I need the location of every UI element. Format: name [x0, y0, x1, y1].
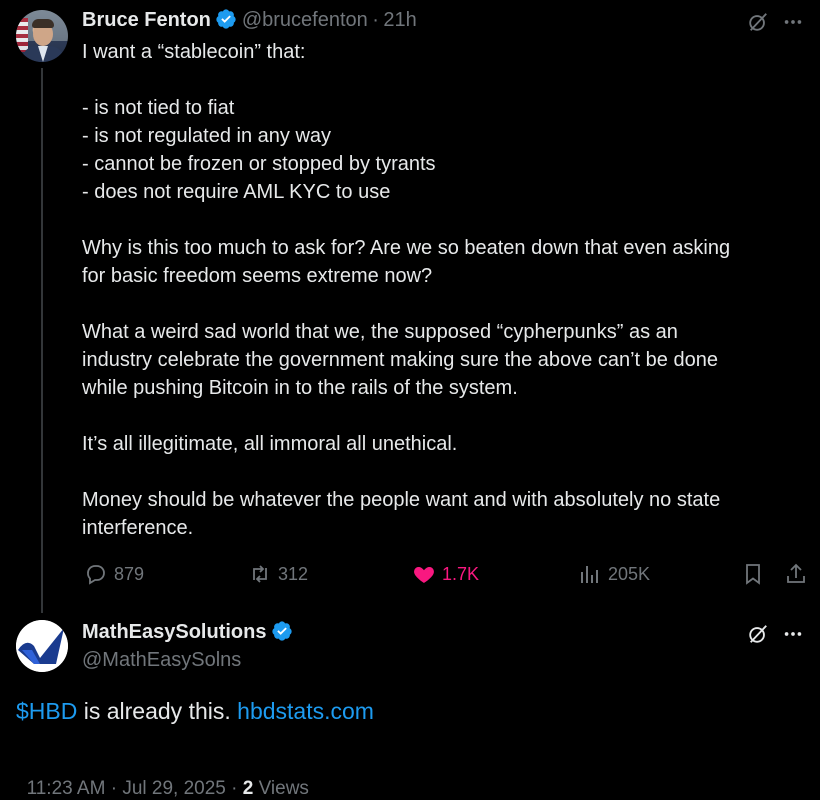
paragraph-6: Money should be whatever the people want…	[82, 489, 721, 539]
reply-text: is already this.	[77, 698, 238, 724]
paragraph-4: What a weird sad world that we, the supp…	[82, 321, 718, 399]
author-handle[interactable]: @brucefenton	[242, 9, 368, 31]
more-icon[interactable]	[782, 11, 804, 33]
reply-count: 879	[114, 563, 145, 584]
verified-badge-icon	[272, 621, 292, 641]
paragraph-2: - is not tied to fiat - is not regulated…	[82, 97, 436, 203]
retweet-button[interactable]: 312	[248, 562, 308, 586]
share-icon[interactable]	[784, 562, 808, 586]
paragraph-3: Why is this too much to ask for? Are we …	[82, 237, 731, 287]
timestamp[interactable]: 11:23 AM · Jul 29, 2025 ·	[27, 778, 243, 799]
tweet-body: I want a “stablecoin” that: - is not tie…	[82, 38, 782, 542]
reply-meta: 11:23 AM · Jul 29, 2025 · 2 Views	[16, 756, 309, 800]
retweet-icon	[253, 565, 267, 583]
views-count: 2	[242, 778, 254, 799]
grok-icon[interactable]	[747, 11, 769, 33]
reply-author-name[interactable]: MathEasySolutions	[82, 621, 266, 643]
analytics-icon	[581, 566, 598, 583]
paragraph-1: I want a “stablecoin” that:	[82, 41, 306, 63]
reply-body: $HBD is already this. hbdstats.com	[16, 698, 374, 725]
bookmark-icon[interactable]	[741, 562, 765, 586]
paragraph-5: It’s all illegitimate, all immoral all u…	[82, 433, 458, 455]
timestamp[interactable]: 21h	[383, 9, 416, 31]
author-name[interactable]: Bruce Fenton	[82, 9, 211, 31]
cashtag-link[interactable]: $HBD	[16, 698, 77, 724]
url-link[interactable]: hbdstats.com	[237, 698, 374, 724]
grok-icon[interactable]	[747, 623, 769, 645]
reply-button[interactable]: 879	[84, 562, 144, 586]
heart-icon	[414, 567, 434, 583]
more-icon[interactable]	[782, 623, 804, 645]
views-label: Views	[253, 778, 309, 799]
verified-badge-icon	[216, 9, 236, 29]
thread-line	[41, 68, 43, 613]
reply-author-handle[interactable]: @MathEasySolns	[82, 649, 241, 672]
retweet-count: 312	[278, 563, 309, 584]
reply-header: MathEasySolutions	[82, 620, 293, 644]
view-count: 205K	[608, 563, 651, 584]
like-count: 1.7K	[442, 563, 480, 584]
views-button[interactable]: 205K	[578, 562, 650, 586]
separator: ·	[372, 9, 379, 31]
avatar[interactable]	[16, 620, 68, 672]
tweet-header: Bruce Fenton @brucefenton · 21h	[82, 8, 417, 32]
like-button[interactable]: 1.7K	[412, 562, 479, 586]
reply-icon	[87, 565, 105, 585]
avatar[interactable]	[16, 10, 68, 62]
